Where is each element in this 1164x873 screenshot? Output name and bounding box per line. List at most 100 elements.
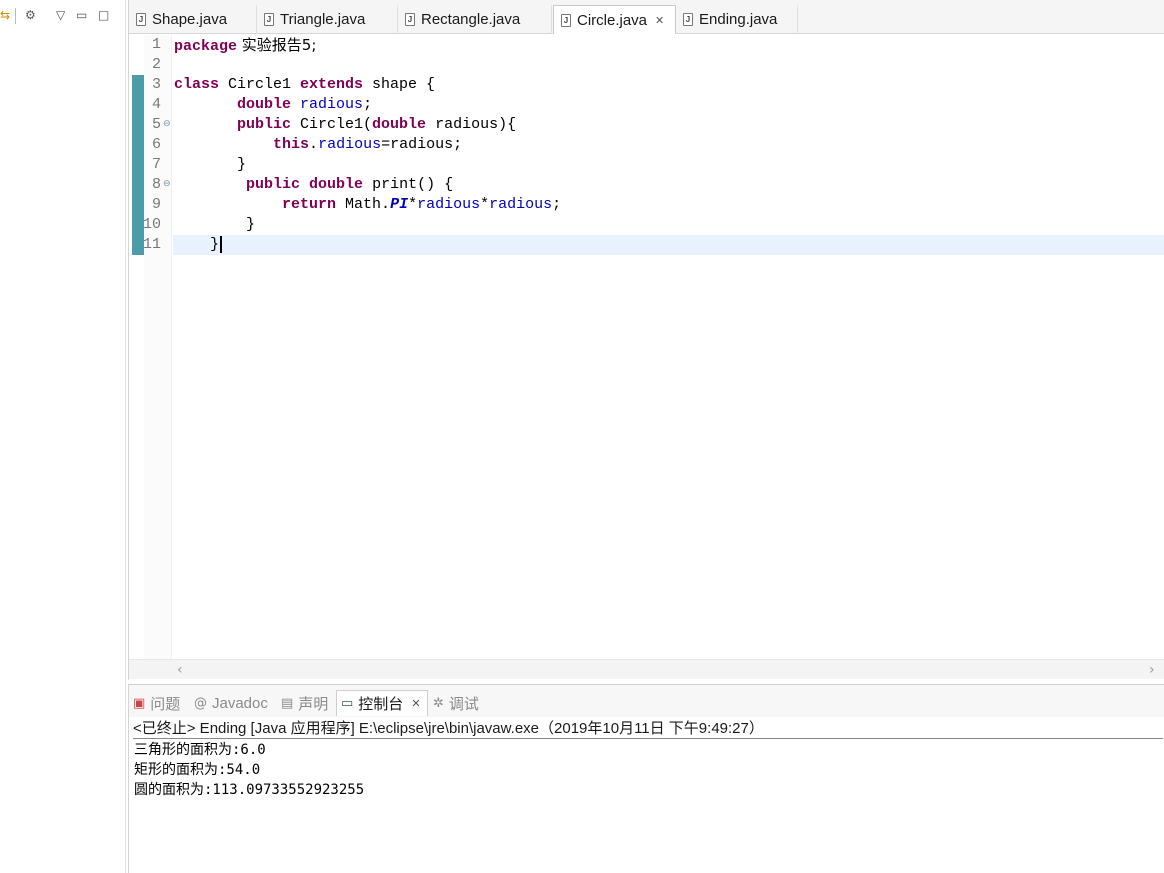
- line-number-gutter: 1 2 3 4 5 6 7 8 9 10 11 ⊖ ⊖: [143, 35, 172, 659]
- line-number: 7: [151, 156, 161, 173]
- tab-label: Triangle.java: [280, 11, 366, 28]
- at-icon: @: [194, 695, 207, 711]
- tab-label: 问题: [150, 694, 181, 713]
- line-number: 6: [151, 136, 161, 153]
- static-field: PI: [390, 196, 409, 213]
- close-tab-icon[interactable]: ✕: [655, 14, 664, 27]
- fold-collapse-icon[interactable]: ⊖: [163, 119, 171, 129]
- code-text: ;: [552, 196, 562, 213]
- code-text: Circle1(: [291, 116, 373, 133]
- code-line-11: }: [174, 235, 223, 255]
- problems-icon: ▣: [133, 695, 146, 711]
- keyword: return: [282, 196, 337, 213]
- code-line-4: double radious;: [174, 95, 372, 115]
- java-file-icon: J: [264, 13, 274, 26]
- tab-circle-java[interactable]: J Circle.java ✕: [553, 5, 676, 34]
- code-text: *: [408, 196, 418, 213]
- java-file-icon: J: [136, 13, 146, 26]
- code-line-3: class Circle1 extends shape {: [174, 75, 435, 95]
- sync-icon[interactable]: ⇆: [0, 6, 10, 24]
- console-status-header: <已终止> Ending [Java 应用程序] E:\eclipse\jre\…: [133, 719, 1163, 739]
- line-number: 10: [142, 216, 161, 233]
- code-editor[interactable]: 1 2 3 4 5 6 7 8 9 10 11 ⊖ ⊖ package 实验报告…: [129, 35, 1164, 659]
- code-text: *: [480, 196, 490, 213]
- code-text: ;: [363, 96, 373, 113]
- keyword: public: [237, 116, 292, 133]
- current-line-highlight: [173, 235, 1164, 255]
- tab-javadoc[interactable]: @ Javadoc: [194, 690, 268, 716]
- tab-label: Rectangle.java: [421, 11, 521, 28]
- line-number: 3: [151, 76, 161, 93]
- scroll-left-icon[interactable]: ‹: [177, 662, 183, 678]
- java-file-icon: J: [561, 13, 571, 27]
- toolbar-separator: [15, 8, 16, 24]
- code-text: shape {: [363, 76, 436, 93]
- editor-tabbar: J Shape.java J Triangle.java J Rectangle…: [129, 0, 1164, 34]
- code-text: .: [309, 136, 319, 153]
- code-line-9: return Math.PI*radious*radious;: [174, 195, 561, 215]
- line-number: 9: [151, 196, 161, 213]
- tab-label: Javadoc: [212, 694, 268, 712]
- code-text: }: [210, 236, 220, 253]
- scroll-right-icon[interactable]: ›: [1149, 662, 1155, 678]
- console-output-line: 圆的面积为:113.09733552923255: [134, 782, 365, 798]
- keyword: double: [372, 116, 427, 133]
- keyword: this: [273, 136, 310, 153]
- code-text: print() {: [363, 176, 454, 193]
- java-file-icon: J: [683, 13, 693, 26]
- keyword: class: [174, 76, 220, 93]
- field-name: radious: [417, 196, 481, 213]
- code-line-5: public Circle1(double radious){: [174, 115, 516, 135]
- editor-area: J Shape.java J Triangle.java J Rectangle…: [128, 0, 1164, 680]
- code-line-10: }: [174, 215, 255, 235]
- tab-ending-java[interactable]: J Ending.java: [676, 5, 798, 34]
- console-panel: ▣ 问题 @ Javadoc ▤ 声明 ▭ 控制台 ✕ ✲ 调试 <已终止> E…: [128, 684, 1164, 873]
- code-text: Math.: [336, 196, 391, 213]
- package-name: 实验报告5;: [237, 36, 317, 54]
- field-name: radious: [318, 136, 382, 153]
- line-number: 8: [151, 176, 161, 193]
- code-text: Circle1: [219, 76, 301, 93]
- declaration-icon: ▤: [281, 695, 294, 711]
- view-menu-icon[interactable]: ▽: [56, 6, 65, 24]
- close-tab-icon[interactable]: ✕: [411, 697, 420, 710]
- line-number: 1: [151, 36, 161, 53]
- java-file-icon: J: [405, 13, 415, 26]
- keyword: double: [237, 96, 292, 113]
- minimize-icon[interactable]: ▭: [76, 6, 87, 24]
- keyword: double: [309, 176, 364, 193]
- focus-icon[interactable]: ⚙: [25, 6, 36, 24]
- field-name: radious: [300, 96, 364, 113]
- tab-rectangle-java[interactable]: J Rectangle.java: [398, 5, 552, 34]
- tab-debug[interactable]: ✲ 调试: [433, 690, 479, 716]
- console-output-line: 三角形的面积为:6.0: [134, 742, 266, 758]
- tab-label: 控制台: [358, 695, 404, 713]
- code-line-6: this.radious=radious;: [174, 135, 462, 155]
- keyword: public: [246, 176, 301, 193]
- code-line-1: package 实验报告5;: [174, 35, 316, 55]
- line-number: 5: [151, 116, 161, 133]
- line-number: 4: [151, 96, 161, 113]
- left-panel: ⇆ ⚙ ▽ ▭ □: [0, 0, 126, 873]
- tab-shape-java[interactable]: J Shape.java: [129, 5, 257, 34]
- code-line-8: public double print() {: [174, 175, 453, 195]
- tab-problems[interactable]: ▣ 问题: [133, 690, 180, 716]
- code-line-7: }: [174, 155, 246, 175]
- keyword: package: [174, 38, 238, 55]
- maximize-icon[interactable]: □: [98, 6, 109, 24]
- tab-triangle-java[interactable]: J Triangle.java: [257, 5, 398, 34]
- code-text: }: [237, 156, 247, 173]
- tab-declaration[interactable]: ▤ 声明: [281, 690, 328, 716]
- tab-label: 声明: [298, 694, 329, 713]
- tab-label: Shape.java: [152, 11, 228, 28]
- fold-collapse-icon[interactable]: ⊖: [163, 179, 171, 189]
- tab-console[interactable]: ▭ 控制台 ✕: [336, 690, 428, 716]
- tab-label: Ending.java: [699, 11, 778, 28]
- code-text: radious){: [426, 116, 517, 133]
- code-text: }: [246, 216, 256, 233]
- field-name: radious: [489, 196, 553, 213]
- console-tabbar: ▣ 问题 @ Javadoc ▤ 声明 ▭ 控制台 ✕ ✲ 调试: [129, 685, 1164, 717]
- horizontal-scrollbar[interactable]: ‹ ›: [129, 659, 1164, 679]
- line-number: 2: [151, 56, 161, 73]
- debug-icon: ✲: [433, 695, 444, 711]
